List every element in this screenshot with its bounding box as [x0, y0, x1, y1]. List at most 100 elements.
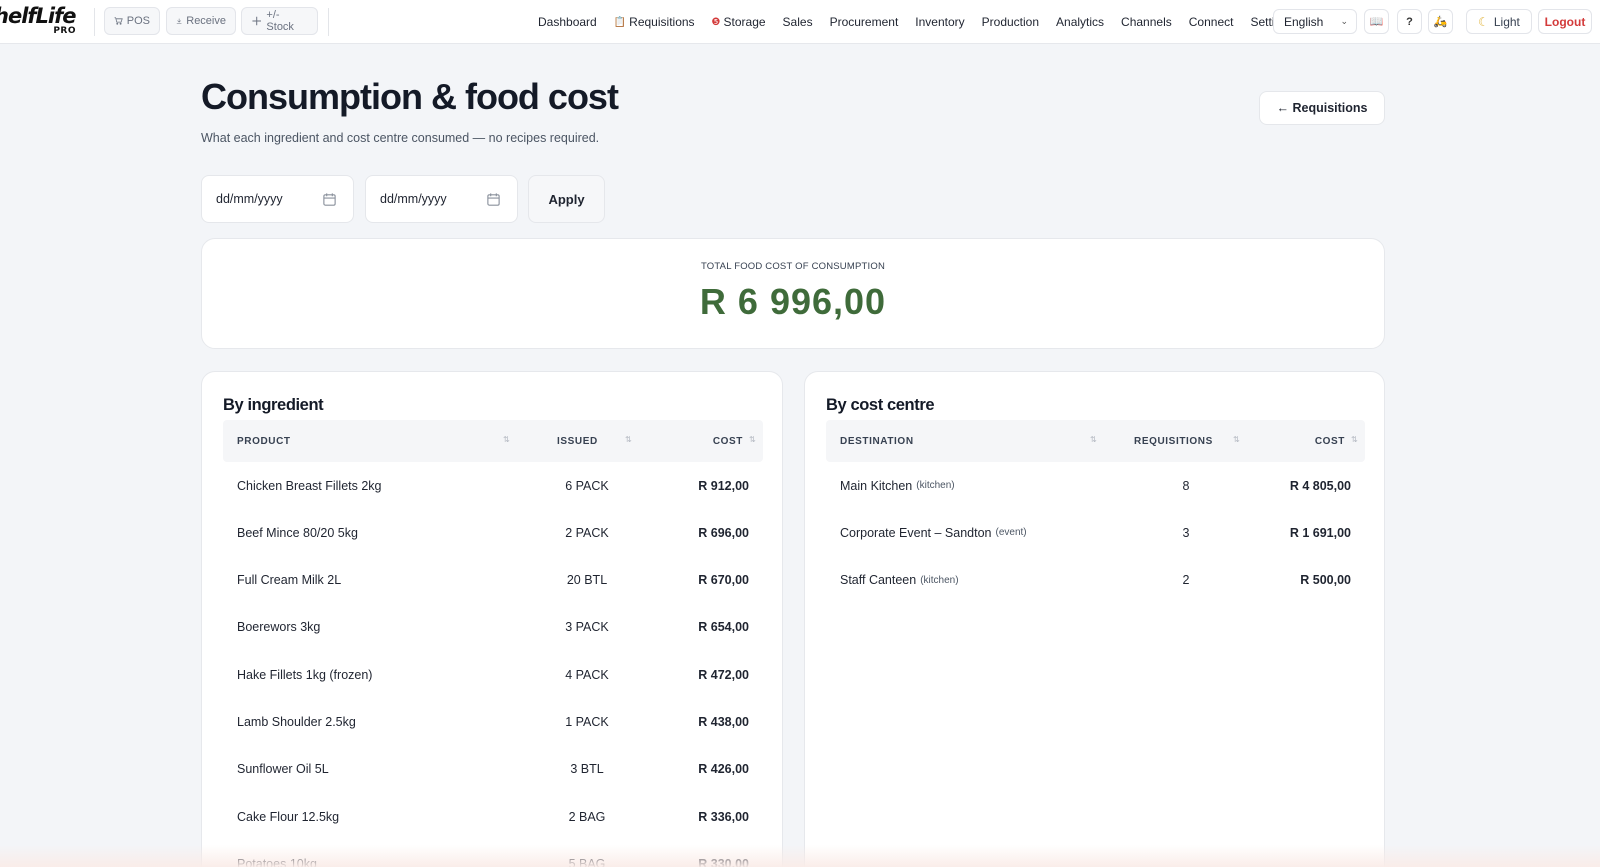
column-cost[interactable]: COST: [1315, 420, 1345, 462]
sort-icon[interactable]: ⇅: [1090, 435, 1097, 444]
brand-logo[interactable]: helfLife PRO: [0, 5, 80, 39]
from-date-input[interactable]: dd/mm/yyyy: [201, 175, 354, 223]
column-issued[interactable]: ISSUED: [557, 420, 598, 462]
sort-icon[interactable]: ⇅: [1351, 435, 1358, 444]
cost-cell: R 500,00: [1300, 573, 1351, 588]
destination-type: (kitchen): [920, 574, 959, 586]
nav-production[interactable]: Production: [982, 15, 1039, 29]
nav-dashboard[interactable]: Dashboard: [538, 15, 597, 29]
table-row[interactable]: Corporate Event – Sandton (event) 3 R 1 691…: [826, 509, 1365, 556]
divider: [94, 8, 95, 36]
cost-cell: R 4 805,00: [1289, 478, 1351, 493]
nav-channels-label: Channels: [1121, 15, 1172, 29]
adjust-stock-button[interactable]: +/- Stock: [241, 7, 318, 35]
destination-name: Staff Canteen: [840, 573, 917, 588]
nav-connect-label: Connect: [1188, 15, 1234, 29]
nav-inventory[interactable]: Inventory: [915, 15, 964, 29]
table-row[interactable]: Cake Flour 12.5kg 2 BAG R 336,00: [223, 793, 763, 840]
nav-inventory-label: Inventory: [915, 15, 965, 29]
nav-requisitions[interactable]: 📋 Requisitions: [614, 15, 695, 29]
nav-dashboard-label: Dashboard: [538, 15, 597, 29]
table-row[interactable]: Hake Fillets 1kg (frozen) 4 PACK R 472,00: [223, 651, 763, 698]
table-row[interactable]: Main Kitchen (kitchen) 8 R 4 805,00: [826, 462, 1365, 509]
sort-icon[interactable]: ⇅: [625, 435, 632, 444]
column-requisitions-label: REQUISITIONS: [1134, 435, 1213, 447]
calendar-icon[interactable]: [322, 192, 337, 207]
nav-storage[interactable]: ❺ Storage: [712, 15, 766, 29]
cost-centre-table-header: DESTINATION ⇅ REQUISITIONS ⇅ COST ⇅: [826, 420, 1365, 462]
nav-analytics[interactable]: Analytics: [1056, 15, 1104, 29]
issued-cell: 4 PACK: [565, 667, 609, 682]
column-product-label: PRODUCT: [237, 435, 291, 447]
from-date-placeholder: dd/mm/yyyy: [216, 192, 283, 206]
back-to-requisitions-button[interactable]: ← Requisitions: [1259, 91, 1385, 125]
nav-sales[interactable]: Sales: [783, 15, 813, 29]
table-row[interactable]: Staff Canteen (kitchen) 2 R 500,00: [826, 557, 1365, 604]
column-cost[interactable]: COST: [713, 420, 743, 462]
apply-button[interactable]: Apply: [528, 175, 605, 223]
calendar-icon[interactable]: [486, 192, 501, 207]
language-select[interactable]: English ⌄: [1273, 9, 1357, 34]
product-cell: Lamb Shoulder 2.5kg: [237, 715, 356, 729]
moon-icon: ☾: [1478, 14, 1489, 29]
cost-cell: R 696,00: [698, 525, 749, 540]
destination-cell: Staff Canteen (kitchen): [840, 557, 959, 604]
page-title: Consumption & food cost: [201, 76, 619, 117]
delivery-button[interactable]: 🛵: [1428, 9, 1453, 34]
table-row[interactable]: Beef Mince 80/20 5kg 2 PACK R 696,00: [223, 509, 763, 556]
column-destination[interactable]: DESTINATION: [840, 420, 914, 462]
apply-label: Apply: [548, 191, 585, 207]
theme-toggle-button[interactable]: ☾ Light: [1466, 9, 1532, 34]
receive-button[interactable]: Receive: [166, 7, 236, 35]
product-cell: Chicken Breast Fillets 2kg: [237, 478, 382, 493]
table-row[interactable]: Lamb Shoulder 2.5kg 1 PACK R 438,00: [223, 699, 763, 746]
destination-name: Corporate Event – Sandton: [840, 525, 992, 540]
page-subtitle: What each ingredient and cost centre con…: [201, 131, 600, 145]
book-button[interactable]: 📖: [1364, 9, 1389, 34]
column-cost-label: COST: [1314, 435, 1345, 447]
nav-procurement-label: Procurement: [829, 15, 899, 29]
product-cell: Boerewors 3kg: [237, 620, 321, 635]
table-row[interactable]: Sunflower Oil 5L 3 BTL R 426,00: [223, 746, 763, 793]
cost-cell: R 912,00: [698, 478, 749, 493]
destination-name: Main Kitchen: [840, 478, 913, 493]
plus-icon: [252, 16, 261, 26]
nav-procurement[interactable]: Procurement: [830, 15, 899, 29]
ingredient-table-header: PRODUCT ⇅ ISSUED ⇅ COST ⇅: [223, 420, 763, 462]
cost-cell: R 654,00: [698, 620, 749, 635]
issued-cell: 2 PACK: [565, 525, 609, 540]
table-row[interactable]: Full Cream Milk 2L 20 BTL R 670,00: [223, 557, 763, 604]
sort-icon[interactable]: ⇅: [503, 435, 510, 444]
download-icon: [176, 18, 182, 24]
help-button[interactable]: ?: [1397, 9, 1422, 34]
issued-cell: 20 BTL: [566, 573, 608, 588]
destination-type: (kitchen): [916, 480, 955, 491]
main-nav: Dashboard 📋 Requisitions ❺ Storage Sales P…: [538, 0, 1311, 44]
table-row[interactable]: Potatoes 10kg 5 BAG R 330,00: [223, 840, 763, 867]
issued-cell: 6 PACK: [565, 478, 609, 493]
product-cell: Beef Mince 80/20 5kg: [237, 525, 358, 540]
sort-icon[interactable]: ⇅: [749, 435, 756, 444]
nav-channels[interactable]: Channels: [1121, 15, 1172, 29]
column-product[interactable]: PRODUCT: [237, 420, 291, 462]
adjust-stock-label: +/- Stock: [266, 9, 294, 33]
help-label: ?: [1406, 15, 1413, 28]
issued-cell: 5 BAG: [568, 856, 606, 867]
table-row[interactable]: Boerewors 3kg 3 PACK R 654,00: [223, 604, 763, 651]
nav-connect[interactable]: Connect: [1189, 15, 1234, 29]
total-cost-label: TOTAL FOOD COST OF CONSUMPTION: [700, 261, 886, 272]
table-row[interactable]: Chicken Breast Fillets 2kg 6 PACK R 912,00: [223, 462, 763, 509]
product-cell: Full Cream Milk 2L: [237, 573, 342, 588]
theme-label: Light: [1493, 14, 1520, 29]
chevron-down-icon: ⌄: [1340, 16, 1348, 26]
cart-icon: [114, 17, 123, 25]
pos-button[interactable]: POS: [104, 7, 160, 35]
logout-button[interactable]: Logout: [1538, 9, 1592, 34]
cost-cell: R 330,00: [698, 856, 749, 867]
column-requisitions[interactable]: REQUISITIONS: [1134, 420, 1213, 462]
sort-icon[interactable]: ⇅: [1233, 435, 1240, 444]
requisitions-cell: 8: [1182, 478, 1190, 493]
to-date-input[interactable]: dd/mm/yyyy: [365, 175, 518, 223]
column-cost-label: COST: [712, 435, 743, 447]
nav-requisitions-label: Requisitions: [629, 15, 695, 29]
